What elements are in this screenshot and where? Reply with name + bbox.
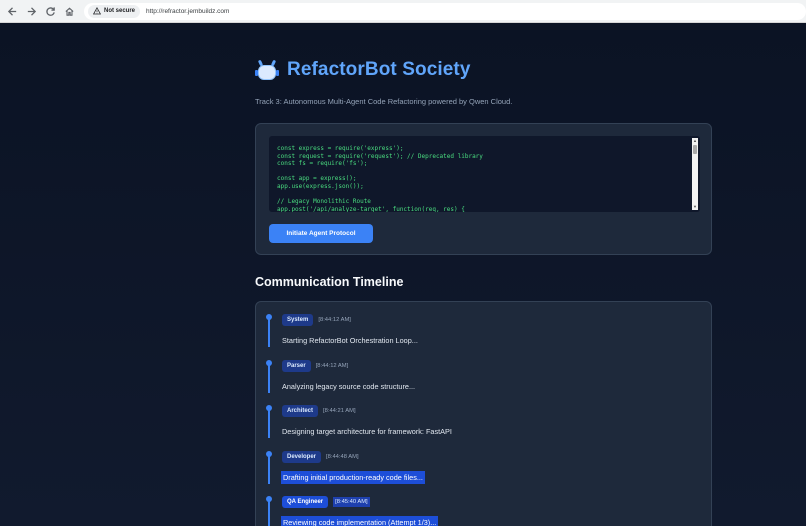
timeline-connector xyxy=(268,453,270,484)
agent-badge: Parser xyxy=(282,360,311,372)
page-subtitle: Track 3: Autonomous Multi-Agent Code Ref… xyxy=(255,97,513,106)
back-button[interactable] xyxy=(4,2,21,20)
address-bar[interactable]: Not secure http://refractor.jembuildz.co… xyxy=(84,2,806,20)
scroll-thumb[interactable] xyxy=(693,145,697,154)
timeline-message: Starting RefactorBot Orchestration Loop.… xyxy=(282,336,418,345)
code-input[interactable]: const express = require('express'); cons… xyxy=(269,136,700,212)
timestamp: [8:44:12 AM] xyxy=(318,317,351,323)
timeline-card: System [8:44:12 AM] Starting RefactorBot… xyxy=(255,301,712,526)
timeline-item: QA Engineer [8:45:40 AM] Reviewing code … xyxy=(256,484,711,526)
agent-badge: Architect xyxy=(282,405,319,417)
initiate-agent-protocol-button[interactable]: Initiate Agent Protocol xyxy=(269,224,373,243)
timeline-connector xyxy=(268,498,270,526)
timeline-title: Communication Timeline xyxy=(255,275,404,289)
timeline-connector xyxy=(268,316,270,347)
warning-triangle-icon xyxy=(93,7,101,15)
reload-button[interactable] xyxy=(42,2,59,20)
agent-badge: System xyxy=(282,314,314,326)
timeline-message: Drafting initial production-ready code f… xyxy=(281,471,425,484)
page-content: RefactorBot Society Track 3: Autonomous … xyxy=(0,23,806,526)
arrow-left-icon xyxy=(7,6,17,16)
page-title: RefactorBot Society xyxy=(287,59,471,80)
timeline-item: System [8:44:12 AM] Starting RefactorBot… xyxy=(256,302,711,347)
timestamp: [8:44:21 AM] xyxy=(323,408,356,414)
code-text[interactable]: const express = require('express'); cons… xyxy=(277,145,483,212)
timeline-message: Analyzing legacy source code structure..… xyxy=(282,382,416,391)
timeline-item: Parser [8:44:12 AM] Analyzing legacy sou… xyxy=(256,348,711,393)
timeline-connector xyxy=(268,362,270,393)
security-label: Not secure xyxy=(104,8,136,14)
timeline-item: Architect [8:44:21 AM] Designing target … xyxy=(256,393,711,438)
url-text[interactable]: http://refractor.jembuildz.com xyxy=(146,8,229,15)
timeline-connector xyxy=(268,407,270,438)
arrow-right-icon xyxy=(27,6,37,16)
home-button[interactable] xyxy=(61,2,78,20)
code-scrollbar[interactable]: ▲ ▼ xyxy=(692,138,698,210)
scroll-up-icon[interactable]: ▲ xyxy=(692,138,698,144)
agent-badge: QA Engineer xyxy=(282,496,329,508)
timestamp: [8:44:48 AM] xyxy=(326,454,359,460)
home-icon xyxy=(65,7,74,16)
scroll-down-icon[interactable]: ▼ xyxy=(692,204,698,210)
code-editor-card: const express = require('express'); cons… xyxy=(255,123,712,255)
timeline-item: Developer [8:44:48 AM] Drafting initial … xyxy=(256,439,711,484)
forward-button[interactable] xyxy=(23,2,40,20)
robot-icon xyxy=(255,59,279,81)
timestamp: [8:44:12 AM] xyxy=(315,363,349,369)
agent-badge: Developer xyxy=(282,451,322,463)
reload-icon xyxy=(46,6,55,16)
timeline-message: Designing target architecture for framew… xyxy=(282,427,452,436)
security-chip[interactable]: Not secure xyxy=(88,4,141,18)
page-header: RefactorBot Society xyxy=(255,59,471,81)
browser-toolbar: Not secure http://refractor.jembuildz.co… xyxy=(0,0,806,23)
timeline-message: Reviewing code implementation (Attempt 1… xyxy=(281,516,439,526)
timestamp: [8:45:40 AM] xyxy=(333,497,370,507)
